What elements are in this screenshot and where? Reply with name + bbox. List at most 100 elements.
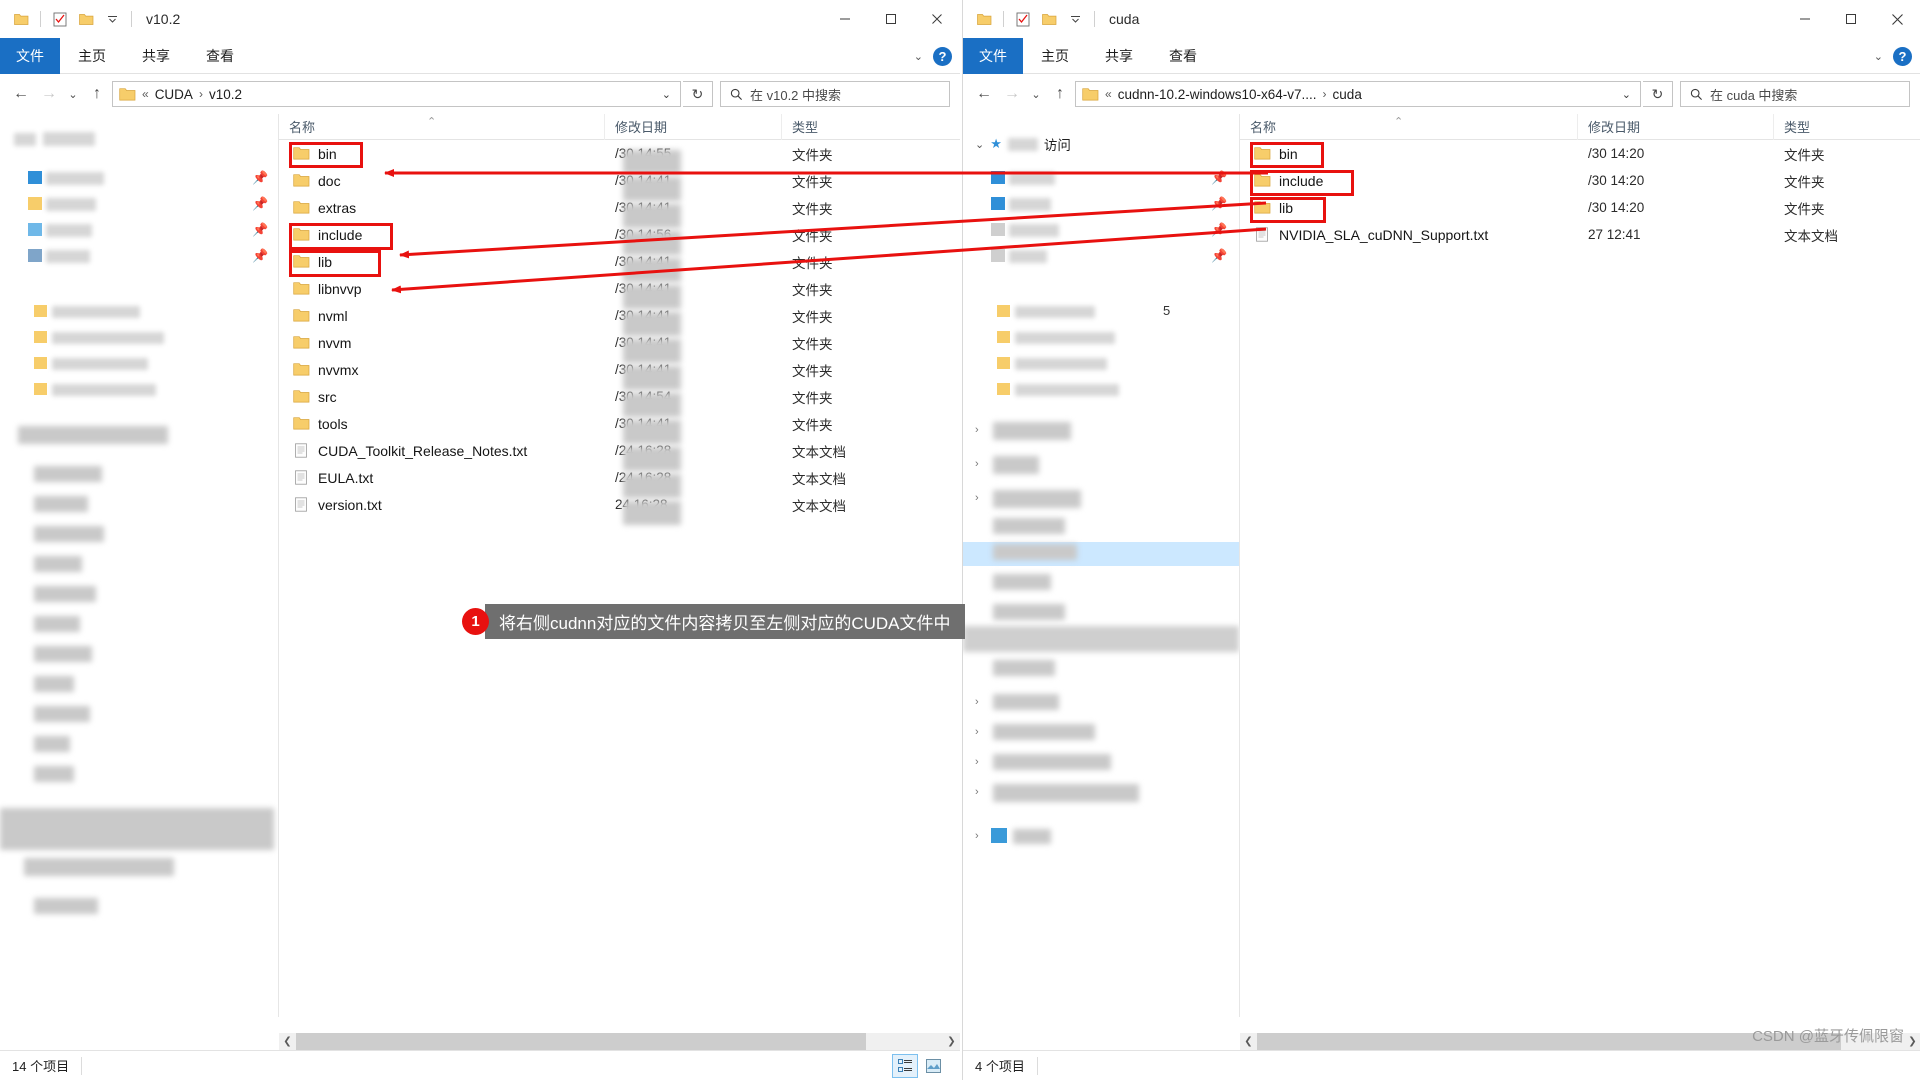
breadcrumb-item-cuda[interactable]: cuda xyxy=(1333,87,1362,102)
ribbon-right-controls-right[interactable]: ⌄ ? xyxy=(1874,38,1912,74)
ribbon-tabs-right[interactable]: 文件 主页 共享 查看 ⌄ ? xyxy=(963,38,1920,74)
help-icon[interactable]: ? xyxy=(1893,46,1912,66)
properties-icon[interactable] xyxy=(47,6,73,32)
scroll-right-arrow[interactable]: ❯ xyxy=(943,1033,960,1050)
file-list-left[interactable]: bin/30 14:55文件夹doc/30 14:41文件夹extras/30 … xyxy=(279,140,960,518)
forward-button[interactable]: → xyxy=(999,81,1025,107)
close-icon[interactable] xyxy=(914,0,960,38)
tab-view[interactable]: 查看 xyxy=(1151,38,1215,74)
horizontal-scrollbar-left[interactable]: ❮ ❯ xyxy=(279,1033,960,1050)
back-button[interactable]: ← xyxy=(971,81,997,107)
table-row[interactable]: CUDA_Toolkit_Release_Notes.txt/24 16:28文… xyxy=(279,437,960,464)
refresh-button[interactable]: ↻ xyxy=(1643,81,1673,107)
search-input[interactable]: 在 v10.2 中搜索 xyxy=(720,81,950,107)
navigation-pane-right[interactable]: ⌄ ★ 访问 📌 📌 📌 📌 5 › › › › › › › › xyxy=(963,114,1239,1017)
chevron-down-icon[interactable]: ⌄ xyxy=(914,50,923,63)
minimize-icon[interactable] xyxy=(822,0,868,38)
tab-home[interactable]: 主页 xyxy=(60,38,124,74)
help-icon[interactable]: ? xyxy=(933,46,952,66)
column-header-date[interactable]: 修改日期 xyxy=(1578,114,1774,140)
file-name-cell[interactable]: libnvvp xyxy=(279,281,605,297)
tab-view[interactable]: 查看 xyxy=(188,38,252,74)
file-name-cell[interactable]: CUDA_Toolkit_Release_Notes.txt xyxy=(279,443,605,459)
tab-share[interactable]: 共享 xyxy=(124,38,188,74)
file-list-pane-right[interactable]: 名称 修改日期 类型 ⌃ bin/30 14:20 文件夹 include/30 1… xyxy=(1239,114,1920,1017)
window-controls-left[interactable] xyxy=(822,0,960,38)
table-row[interactable]: tools/30 14:41文件夹 xyxy=(279,410,960,437)
search-input[interactable]: 在 cuda 中搜索 xyxy=(1680,81,1910,107)
chevron-down-icon[interactable] xyxy=(99,6,125,32)
table-row[interactable]: bin/30 14:55文件夹 xyxy=(279,140,960,167)
tab-file[interactable]: 文件 xyxy=(0,38,60,74)
file-name-cell[interactable]: src xyxy=(279,389,605,405)
file-name-cell[interactable]: extras xyxy=(279,200,605,216)
column-header-date[interactable]: 修改日期 xyxy=(605,114,782,140)
new-folder-icon[interactable] xyxy=(73,6,99,32)
quick-access-toolbar-left[interactable]: v10.2 xyxy=(0,6,180,32)
breadcrumb-item-cudnn[interactable]: cudnn-10.2-windows10-x64-v7.... xyxy=(1118,87,1317,102)
table-row[interactable]: lib/30 14:20 文件夹 xyxy=(1240,194,1920,221)
close-icon[interactable] xyxy=(1874,0,1920,38)
chevron-right-icon[interactable]: › xyxy=(975,786,979,798)
chevron-right-icon[interactable]: › xyxy=(975,424,979,436)
large-icons-view-button[interactable] xyxy=(920,1054,946,1078)
breadcrumb-item-v102[interactable]: v10.2 xyxy=(209,87,242,102)
table-row[interactable]: EULA.txt/24 16:28文本文档 xyxy=(279,464,960,491)
quick-access-toolbar-right[interactable]: cuda xyxy=(963,6,1139,32)
scroll-left-arrow[interactable]: ❮ xyxy=(1240,1033,1257,1050)
table-row[interactable]: nvml/30 14:41文件夹 xyxy=(279,302,960,329)
nav-header-right[interactable]: ⌄ ★ 访问 xyxy=(975,134,1071,154)
ribbon-tabs-left[interactable]: 文件 主页 共享 查看 ⌄ ? xyxy=(0,38,960,74)
chevron-right-icon[interactable]: › xyxy=(975,458,979,470)
navigation-pane-left[interactable]: 📌 📌 📌 📌 xyxy=(0,114,278,1017)
table-row[interactable]: bin/30 14:20 文件夹 xyxy=(1240,140,1920,167)
tab-share[interactable]: 共享 xyxy=(1087,38,1151,74)
window-controls-right[interactable] xyxy=(1782,0,1920,38)
chevron-down-icon[interactable]: ⌄ xyxy=(975,138,984,151)
table-row[interactable]: extras/30 14:41文件夹 xyxy=(279,194,960,221)
properties-icon[interactable] xyxy=(1010,6,1036,32)
back-button[interactable]: ← xyxy=(8,81,34,107)
chevron-right-icon[interactable]: › xyxy=(975,756,979,768)
maximize-icon[interactable] xyxy=(868,0,914,38)
table-row[interactable]: version.txt24 16:28文本文档 xyxy=(279,491,960,518)
minimize-icon[interactable] xyxy=(1782,0,1828,38)
chevron-down-icon[interactable]: ⌄ xyxy=(657,88,676,101)
table-row[interactable]: lib/30 14:41文件夹 xyxy=(279,248,960,275)
maximize-icon[interactable] xyxy=(1828,0,1874,38)
chevron-right-icon[interactable]: › xyxy=(975,492,979,504)
chevron-right-icon[interactable]: › xyxy=(975,830,979,842)
scroll-left-arrow[interactable]: ❮ xyxy=(279,1033,296,1050)
column-headers-left[interactable]: 名称 修改日期 类型 ⌃ xyxy=(279,114,960,140)
file-name-cell[interactable]: doc xyxy=(279,173,605,189)
up-button[interactable]: ↑ xyxy=(1047,81,1073,107)
recent-locations-button[interactable]: ⌄ xyxy=(1027,81,1045,107)
recent-locations-button[interactable]: ⌄ xyxy=(64,81,82,107)
table-row[interactable]: nvvm/30 14:41文件夹 xyxy=(279,329,960,356)
file-name-cell[interactable]: nvvmx xyxy=(279,362,605,378)
chevron-down-icon[interactable]: ⌄ xyxy=(1617,88,1636,101)
file-name-cell[interactable]: nvvm xyxy=(279,335,605,351)
new-folder-icon[interactable] xyxy=(1036,6,1062,32)
column-headers-right[interactable]: 名称 修改日期 类型 ⌃ xyxy=(1240,114,1920,140)
scroll-right-arrow[interactable]: ❯ xyxy=(1904,1033,1920,1050)
table-row[interactable]: NVIDIA_SLA_cuDNN_Support.txt 27 12:41 文本文档 xyxy=(1240,221,1920,248)
breadcrumb-item-cuda[interactable]: CUDA xyxy=(155,87,193,102)
chevron-right-icon[interactable]: › xyxy=(975,696,979,708)
file-name-cell[interactable]: nvml xyxy=(279,308,605,324)
file-name-cell[interactable]: EULA.txt xyxy=(279,470,605,486)
file-name-cell[interactable]: version.txt xyxy=(279,497,605,513)
chevron-down-icon[interactable]: ⌄ xyxy=(1874,50,1883,63)
tab-file[interactable]: 文件 xyxy=(963,38,1023,74)
column-header-name[interactable]: 名称 xyxy=(1240,114,1578,140)
table-row[interactable]: src/30 14:54文件夹 xyxy=(279,383,960,410)
refresh-button[interactable]: ↻ xyxy=(683,81,713,107)
file-list-pane-left[interactable]: 名称 修改日期 类型 ⌃ bin/30 14:55文件夹doc/30 14:41… xyxy=(278,114,960,1017)
column-header-type[interactable]: 类型 xyxy=(1774,114,1894,140)
column-header-type[interactable]: 类型 xyxy=(782,114,912,140)
scrollbar-track-left[interactable] xyxy=(296,1033,943,1050)
ribbon-right-controls-left[interactable]: ⌄ ? xyxy=(914,38,952,74)
view-mode-buttons-left[interactable] xyxy=(892,1053,960,1078)
forward-button[interactable]: → xyxy=(36,81,62,107)
up-button[interactable]: ↑ xyxy=(84,81,110,107)
